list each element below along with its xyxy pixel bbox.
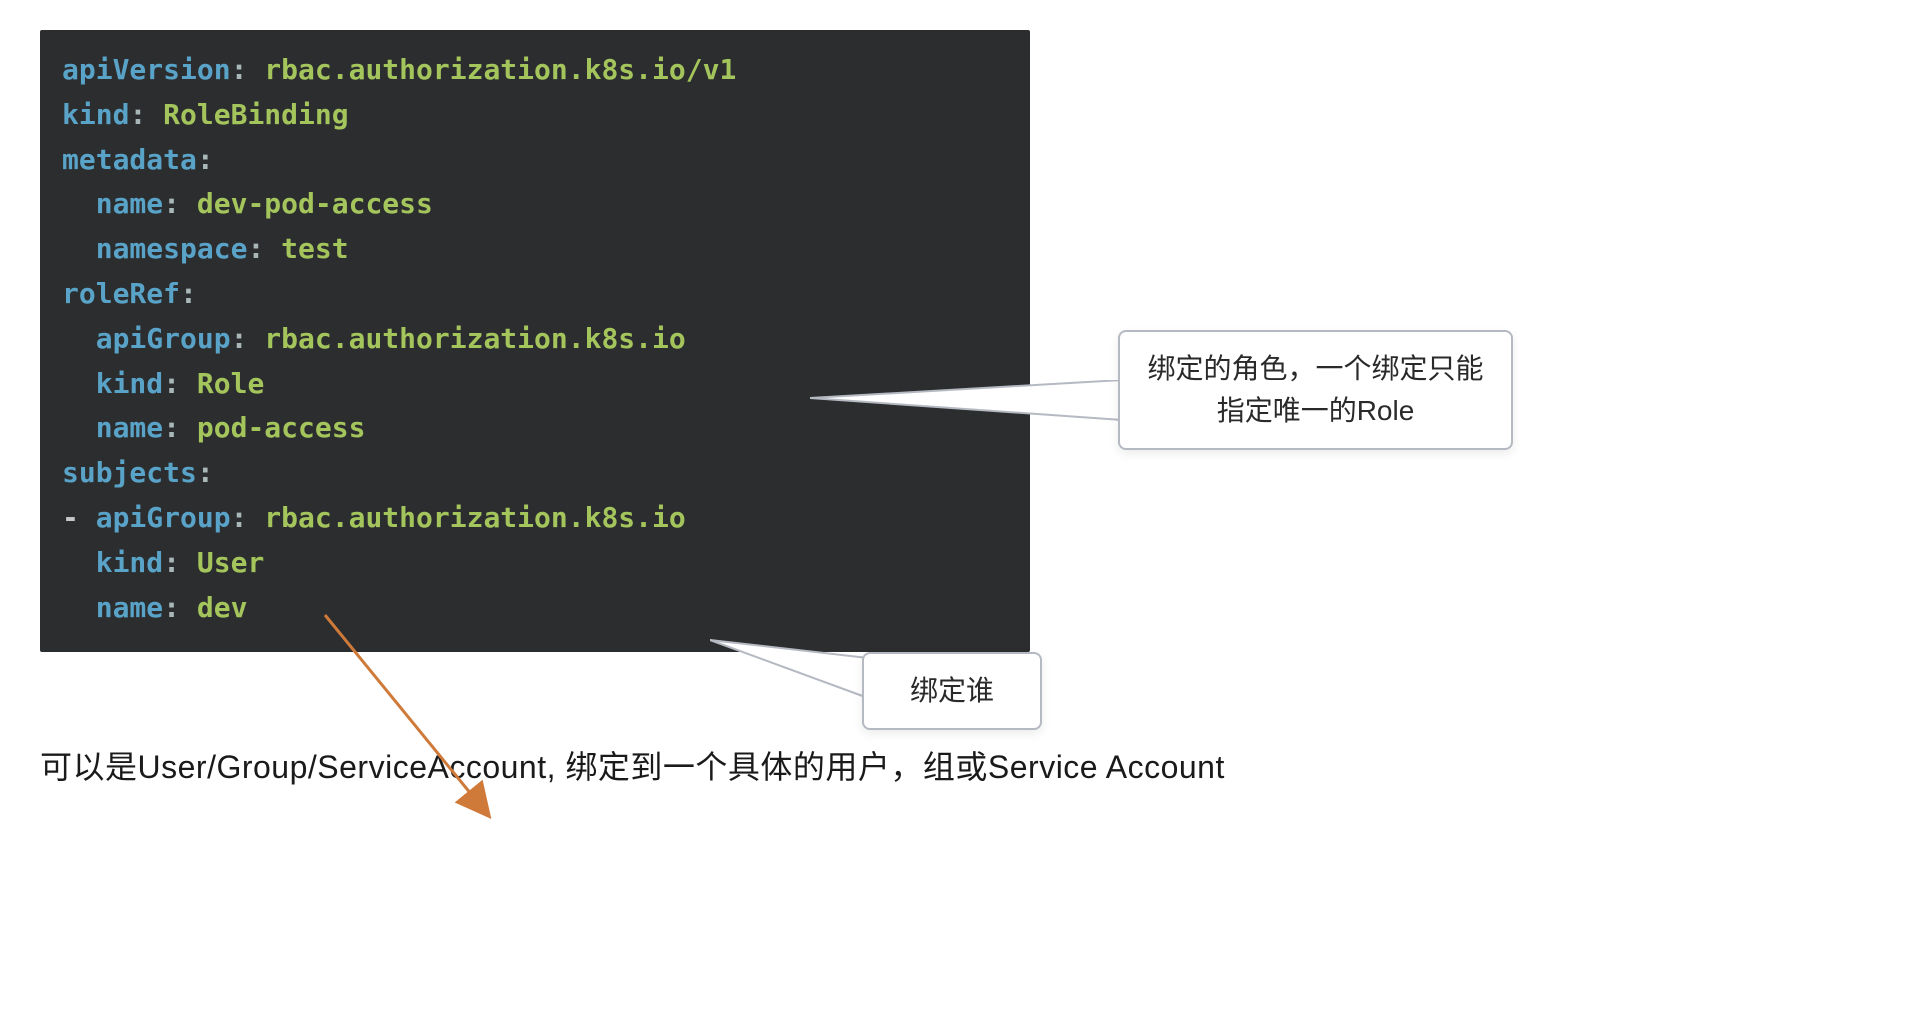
- code-value: test: [281, 232, 348, 265]
- code-value: rbac.authorization.k8s.io: [264, 322, 685, 355]
- code-value: RoleBinding: [163, 98, 348, 131]
- code-value: Role: [197, 367, 264, 400]
- code-key: kind: [96, 367, 163, 400]
- callout-text: 绑定的角色，一个绑定只能指定唯一的Role: [1147, 353, 1483, 426]
- yaml-code-block: apiVersion: rbac.authorization.k8s.io/v1…: [40, 30, 1030, 652]
- code-key: kind: [62, 98, 129, 131]
- bottom-text-content: 可以是User/Group/ServiceAccount, 绑定到一个具体的用户…: [40, 749, 1225, 785]
- code-key: metadata: [62, 143, 197, 176]
- code-value: pod-access: [197, 411, 366, 444]
- callout-role: 绑定的角色，一个绑定只能指定唯一的Role: [1118, 330, 1513, 450]
- code-key: apiVersion: [62, 53, 231, 86]
- arrow-icon: [300, 610, 520, 825]
- code-key: roleRef: [62, 277, 180, 310]
- code-value: dev: [197, 591, 248, 624]
- code-value: User: [197, 546, 264, 579]
- code-value: dev-pod-access: [197, 187, 433, 220]
- code-key: namespace: [96, 232, 248, 265]
- callout-text: 绑定谁: [910, 675, 994, 706]
- callout-tail-icon: [810, 380, 1130, 450]
- code-key: subjects: [62, 456, 197, 489]
- code-value: rbac.authorization.k8s.io/v1: [264, 53, 736, 86]
- callout-subject: 绑定谁: [862, 652, 1042, 730]
- code-key: kind: [96, 546, 163, 579]
- code-value: rbac.authorization.k8s.io: [264, 501, 685, 534]
- code-key: name: [96, 411, 163, 444]
- diagram-container: apiVersion: rbac.authorization.k8s.io/v1…: [40, 30, 1640, 652]
- code-key: apiGroup: [96, 322, 231, 355]
- code-key: name: [96, 187, 163, 220]
- code-key: name: [96, 591, 163, 624]
- code-key: apiGroup: [96, 501, 231, 534]
- callout-tail-icon: [710, 630, 875, 710]
